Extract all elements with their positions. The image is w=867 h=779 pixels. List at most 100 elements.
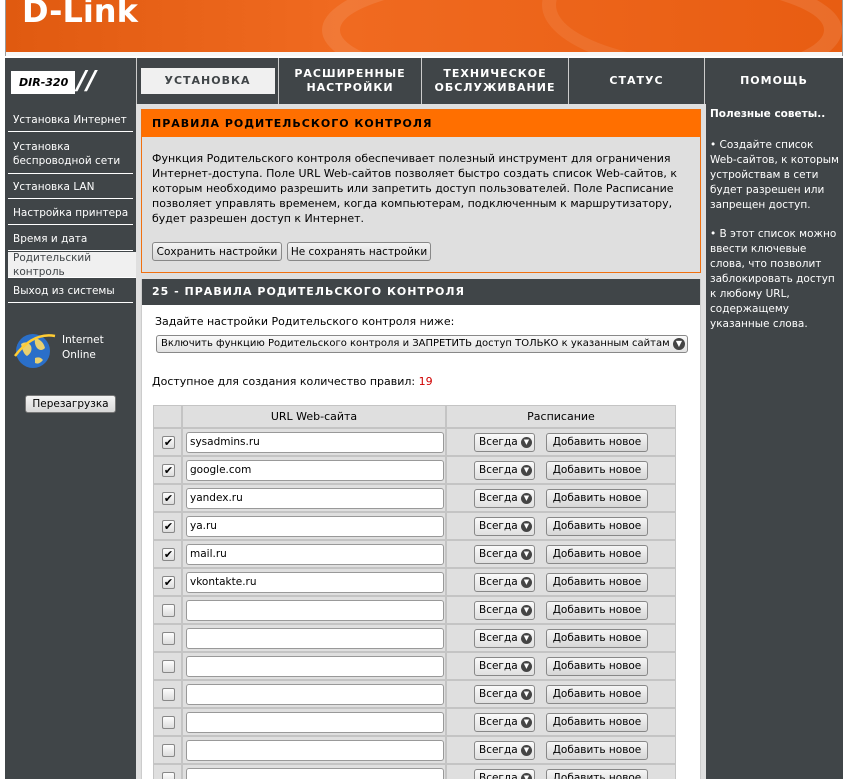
sidebar-item-internet[interactable]: Установка Интернет (8, 108, 133, 132)
table-row: Всегда ▼ Добавить новое (153, 652, 676, 680)
chevron-down-icon: ▼ (673, 338, 685, 350)
table-row: Всегда ▼ Добавить новое (153, 680, 676, 708)
schedule-select[interactable]: Всегда ▼ (474, 433, 535, 452)
tab-setup[interactable]: УСТАНОВКА (136, 58, 278, 104)
chevron-down-icon: ▼ (521, 437, 532, 448)
sidebar-item-wireless[interactable]: Установка беспроводной сети (8, 134, 133, 174)
column-header-schedule: Расписание (446, 405, 676, 428)
add-new-schedule-button[interactable]: Добавить новое (546, 713, 648, 732)
add-new-schedule-button[interactable]: Добавить новое (546, 741, 648, 760)
hint-text: • В этот список можно ввести ключевые сл… (710, 228, 837, 330)
schedule-select[interactable]: Всегда ▼ (474, 489, 535, 508)
rule-enable-checkbox[interactable] (162, 772, 175, 779)
add-new-schedule-button[interactable]: Добавить новое (546, 601, 648, 620)
hint-text: • Создайте список Web-сайтов, к которым … (710, 139, 839, 211)
rule-enable-checkbox[interactable] (162, 688, 175, 701)
internet-globe-icon (14, 334, 56, 368)
url-input[interactable]: ya.ru (186, 516, 444, 537)
add-new-schedule-button[interactable]: Добавить новое (546, 685, 648, 704)
column-header-url: URL Web-сайта (182, 405, 446, 428)
schedule-select[interactable]: Всегда ▼ (474, 545, 535, 564)
rule-enable-checkbox[interactable] (162, 744, 175, 757)
url-input[interactable] (186, 628, 444, 649)
model-badge: DIR-320 // (7, 60, 135, 102)
table-row: ✔ google.com Всегда ▼ Добавить новое (153, 456, 676, 484)
url-input[interactable]: vkontakte.ru (186, 572, 444, 593)
chevron-down-icon: ▼ (521, 661, 532, 672)
rule-enable-checkbox[interactable] (162, 716, 175, 729)
add-new-schedule-button[interactable]: Добавить новое (546, 517, 648, 536)
table-row: ✔ yandex.ru Всегда ▼ Добавить новое (153, 484, 676, 512)
rule-enable-checkbox[interactable]: ✔ (162, 492, 175, 505)
url-input[interactable]: sysadmins.ru (186, 432, 444, 453)
schedule-select[interactable]: Всегда ▼ (474, 769, 535, 779)
rules-section-title: 25 - ПРАВИЛА РОДИТЕЛЬСКОГО КОНТРОЛЯ (142, 279, 700, 305)
chevron-down-icon: ▼ (521, 493, 532, 504)
table-row: ✔ ya.ru Всегда ▼ Добавить новое (153, 512, 676, 540)
url-input[interactable] (186, 740, 444, 761)
chevron-down-icon: ▼ (521, 633, 532, 644)
rule-enable-checkbox[interactable]: ✔ (162, 548, 175, 561)
schedule-select[interactable]: Всегда ▼ (474, 713, 535, 732)
schedule-select[interactable]: Всегда ▼ (474, 741, 535, 760)
rule-enable-checkbox[interactable] (162, 632, 175, 645)
rule-enable-checkbox[interactable] (162, 660, 175, 673)
add-new-schedule-button[interactable]: Добавить новое (546, 433, 648, 452)
table-row: Всегда ▼ Добавить новое (153, 736, 676, 764)
rule-enable-checkbox[interactable] (162, 604, 175, 617)
url-input[interactable] (186, 712, 444, 733)
url-input[interactable] (186, 600, 444, 621)
rule-enable-checkbox[interactable]: ✔ (162, 520, 175, 533)
tab-help[interactable]: ПОМОЩЬ (704, 58, 843, 104)
table-row: Всегда ▼ Добавить новое (153, 764, 676, 779)
table-row: Всегда ▼ Добавить новое (153, 596, 676, 624)
add-new-schedule-button[interactable]: Добавить новое (546, 657, 648, 676)
add-new-schedule-button[interactable]: Добавить новое (546, 489, 648, 508)
url-input[interactable]: yandex.ru (186, 488, 444, 509)
section-description: Функция Родительского контроля обеспечив… (152, 152, 678, 225)
sidebar-item-time[interactable]: Время и дата (8, 227, 133, 251)
chevron-down-icon: ▼ (521, 465, 532, 476)
save-settings-button[interactable]: Сохранить настройки (152, 242, 282, 261)
table-row: ✔ vkontakte.ru Всегда ▼ Добавить новое (153, 568, 676, 596)
chevron-down-icon: ▼ (521, 689, 532, 700)
slash-decoration-icon: // (77, 66, 96, 96)
rule-enable-checkbox[interactable]: ✔ (162, 436, 175, 449)
add-new-schedule-button[interactable]: Добавить новое (546, 573, 648, 592)
schedule-select[interactable]: Всегда ▼ (474, 517, 535, 536)
table-row: ✔ mail.ru Всегда ▼ Добавить новое (153, 540, 676, 568)
schedule-select[interactable]: Всегда ▼ (474, 657, 535, 676)
url-input[interactable]: mail.ru (186, 544, 444, 565)
sidebar-item-lan[interactable]: Установка LAN (8, 175, 133, 199)
schedule-select[interactable]: Всегда ▼ (474, 629, 535, 648)
dont-save-settings-button[interactable]: Не сохранять настройки (287, 242, 431, 261)
rules-prompt: Задайте настройки Родительского контроля… (155, 315, 455, 328)
internet-status: Internet Online (62, 334, 104, 361)
schedule-select[interactable]: Всегда ▼ (474, 573, 535, 592)
chevron-down-icon: ▼ (521, 717, 532, 728)
add-new-schedule-button[interactable]: Добавить новое (546, 545, 648, 564)
schedule-select[interactable]: Всегда ▼ (474, 685, 535, 704)
parental-control-rules-panel: 25 - ПРАВИЛА РОДИТЕЛЬСКОГО КОНТРОЛЯ Зада… (141, 279, 701, 779)
schedule-select[interactable]: Всегда ▼ (474, 461, 535, 480)
rule-enable-checkbox[interactable]: ✔ (162, 464, 175, 477)
sidebar-item-printer[interactable]: Настройка принтера (8, 201, 133, 225)
reboot-button[interactable]: Перезагрузка (25, 395, 116, 413)
url-input[interactable] (186, 656, 444, 677)
rule-enable-checkbox[interactable]: ✔ (162, 576, 175, 589)
tab-advanced[interactable]: РАСШИРЕННЫЕ НАСТРОЙКИ (278, 58, 421, 104)
add-new-schedule-button[interactable]: Добавить новое (546, 629, 648, 648)
parental-mode-select[interactable]: Включить функцию Родительского контроля … (156, 335, 688, 353)
sidebar: Установка Интернет Установка беспроводно… (5, 104, 139, 779)
chevron-down-icon: ▼ (521, 577, 532, 588)
url-input[interactable] (186, 768, 444, 779)
url-input[interactable]: google.com (186, 460, 444, 481)
schedule-select[interactable]: Всегда ▼ (474, 601, 535, 620)
sidebar-item-logout[interactable]: Выход из системы (8, 279, 133, 303)
add-new-schedule-button[interactable]: Добавить новое (546, 461, 648, 480)
tab-maintenance[interactable]: ТЕХНИЧЕСКОЕ ОБСЛУЖИВАНИЕ (421, 58, 568, 104)
url-input[interactable] (186, 684, 444, 705)
sidebar-item-parental-control[interactable]: Родительский контроль (8, 252, 139, 278)
add-new-schedule-button[interactable]: Добавить новое (546, 769, 648, 779)
tab-status[interactable]: СТАТУС (568, 58, 704, 104)
